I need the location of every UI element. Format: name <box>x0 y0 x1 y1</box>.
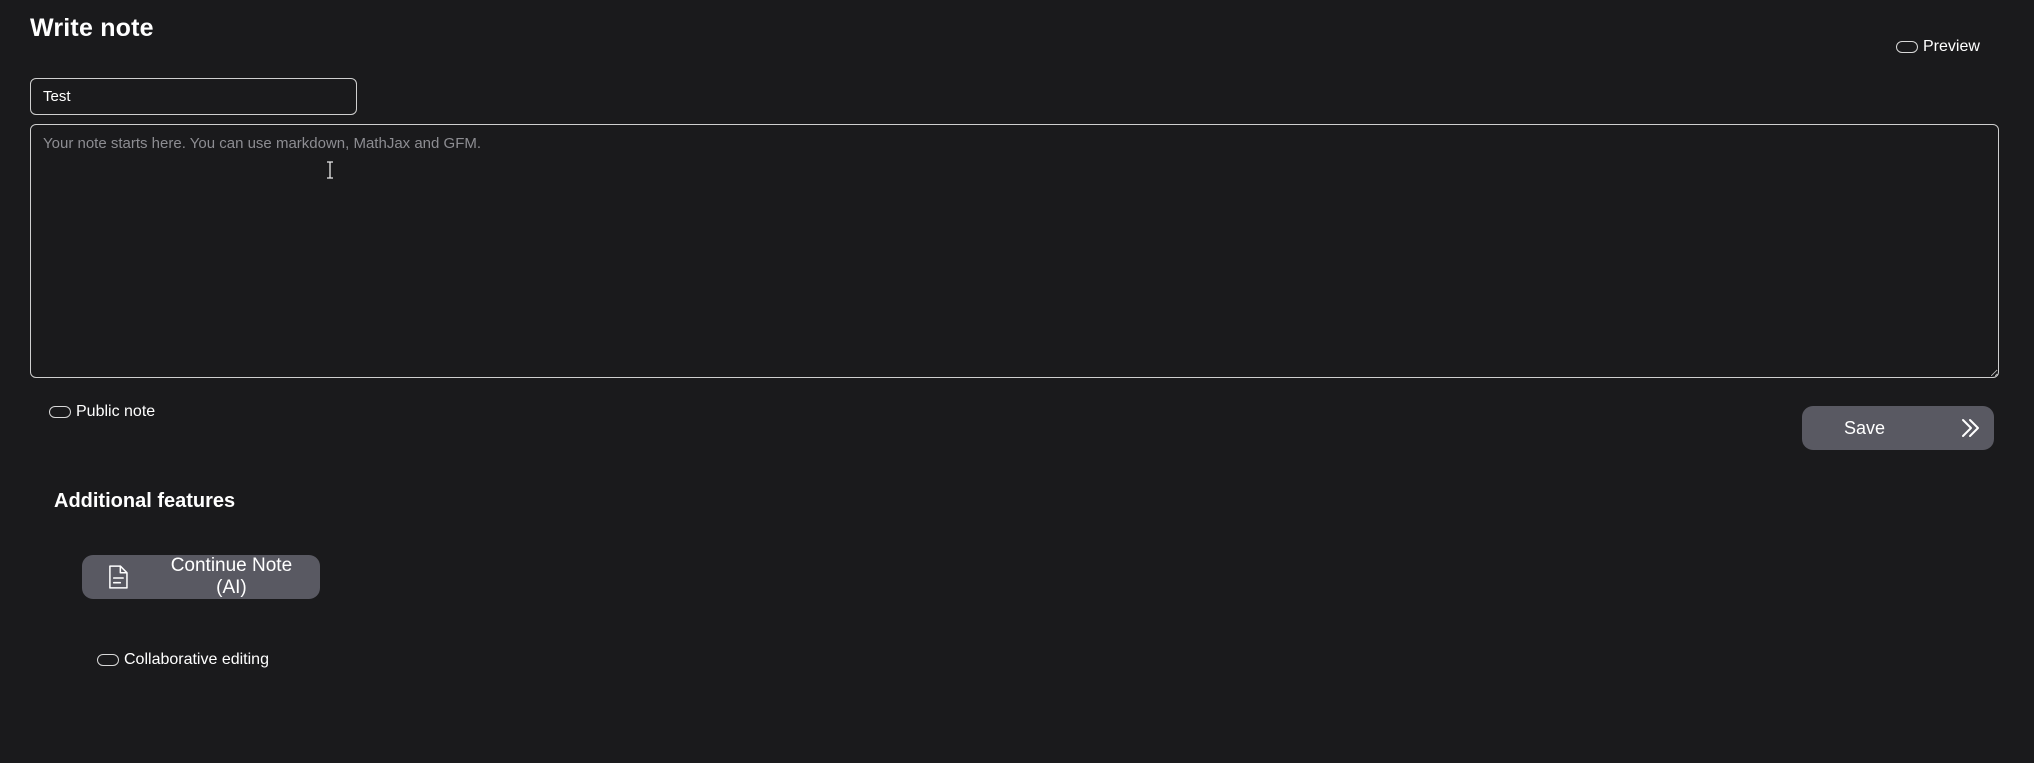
public-note-toggle[interactable]: Public note <box>49 403 155 421</box>
save-button-label: Save <box>1844 417 1886 438</box>
collaborative-editing-toggle[interactable]: Collaborative editing <box>97 651 269 669</box>
preview-toggle[interactable]: Preview <box>1896 38 1980 56</box>
note-title-input[interactable] <box>30 78 357 115</box>
text-cursor-icon <box>327 161 333 179</box>
public-note-switch[interactable] <box>49 406 71 418</box>
additional-features-title: Additional features <box>54 490 236 512</box>
collaborative-editing-label: Collaborative editing <box>124 651 269 668</box>
continue-note-label: Continue Note (AI) <box>170 555 293 598</box>
preview-label: Preview <box>1923 38 1980 55</box>
continue-note-ai-button[interactable]: Continue Note (AI) <box>82 555 320 599</box>
save-button[interactable]: Save <box>1802 406 1994 450</box>
double-chevron-right-icon <box>1962 419 1979 437</box>
document-icon <box>109 565 128 589</box>
collaborative-editing-switch[interactable] <box>97 654 119 666</box>
preview-switch[interactable] <box>1896 41 1918 53</box>
public-note-label: Public note <box>76 403 156 420</box>
page-title: Write note <box>30 14 154 42</box>
